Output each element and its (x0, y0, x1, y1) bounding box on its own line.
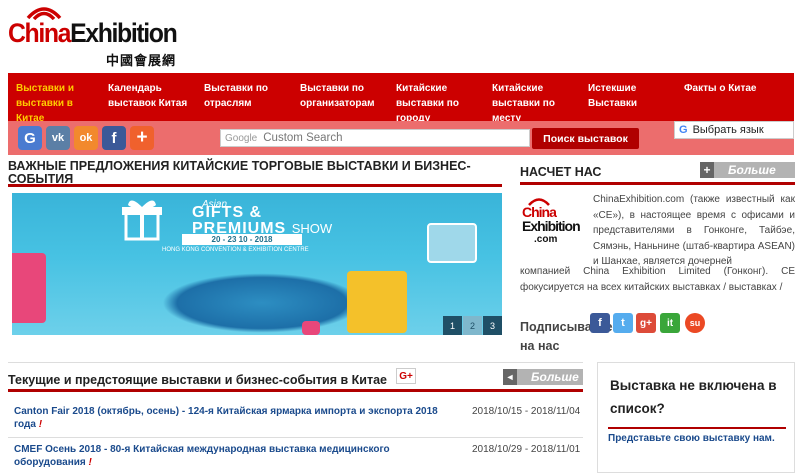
nav-item-expired[interactable]: Истекшие Выставки (580, 73, 676, 121)
pink-gift-decoration (12, 253, 46, 323)
nav-item-by-industry[interactable]: Выставки по отраслям (196, 73, 292, 121)
facebook-icon[interactable]: f (590, 313, 610, 333)
events-divider (8, 389, 583, 392)
event-date: 2018/10/29 - 2018/11/01 (472, 444, 581, 455)
nav-item-by-organizer[interactable]: Выставки по организаторам (292, 73, 388, 121)
event-separator (8, 437, 583, 438)
delicious-icon[interactable]: it (660, 313, 680, 333)
nav-item-calendar[interactable]: Календарь выставок Китая (100, 73, 196, 121)
arrow-left-icon: ◄ (503, 369, 517, 385)
search-button[interactable]: Поиск выставок (532, 128, 639, 149)
submit-exhibition-title: Выставка не включена в список? (610, 378, 777, 416)
site-logo[interactable]: ChinaExhibition 中國會展網 (8, 4, 188, 68)
submit-exhibition-box: Выставка не включена в список? Представь… (597, 362, 795, 473)
google-label: Google (225, 132, 258, 144)
language-select[interactable]: G Выбрать язык (674, 121, 794, 139)
about-text-continued: компанией China Exhibition Limited (Гонк… (520, 266, 795, 293)
subscribe-label: Подписывайтесь на нас (520, 320, 627, 353)
slide-2-button[interactable]: 2 (463, 316, 482, 335)
side-divider (608, 427, 786, 429)
share-plus-icon[interactable]: + (130, 126, 154, 150)
toolbar: G vk ok f + Google Custom Search Поиск в… (8, 121, 794, 155)
featured-banner[interactable]: Asian GIFTS & PREMIUMS SHOW 20 - 23 10 -… (12, 193, 502, 335)
stumbleupon-icon[interactable]: su (685, 313, 705, 333)
featured-title: ВАЖНЫЕ ПРЕДЛОЖЕНИЯ КИТАЙСКИЕ ТОРГОВЫЕ ВЫ… (8, 159, 471, 186)
slide-3-button[interactable]: 3 (483, 316, 502, 335)
nav-item-by-venue[interactable]: Китайские выставки по месту (484, 73, 580, 124)
search-input[interactable]: Google Custom Search (220, 129, 530, 147)
banner-title: GIFTS & PREMIUMS SHOW (192, 204, 333, 237)
ribbon-decoration (162, 273, 362, 333)
event-date: 2018/10/15 - 2018/11/04 (472, 406, 581, 417)
facebook-icon[interactable]: f (102, 126, 126, 150)
event-name[interactable]: CMEF Осень 2018 - 80-я Китайская междуна… (14, 443, 454, 469)
slider-pagination: 1 2 3 (442, 316, 502, 335)
banner-dates: 20 - 23 10 - 2018 (182, 234, 302, 245)
google-plus-icon[interactable]: g+ (636, 313, 656, 333)
language-select-label: Выбрать язык (692, 124, 764, 136)
google-translate-icon: G (679, 124, 688, 136)
events-top-divider (8, 362, 583, 363)
event-name[interactable]: Canton Fair 2018 (октябрь, осень) - 124-… (14, 405, 454, 431)
about-logo: China Exhibition .com (520, 196, 592, 256)
google-icon[interactable]: G (18, 126, 42, 150)
event-row[interactable]: CMEF Осень 2018 - 80-я Китайская междуна… (14, 443, 582, 471)
nav-item-exhibitions[interactable]: Выставки и выставки в Китае (8, 73, 100, 124)
vk-icon[interactable]: vk (46, 126, 70, 150)
yellow-gift-decoration (347, 271, 407, 333)
about-title: НАСЧЕТ НАС (520, 165, 602, 179)
blue-gift-decoration (427, 223, 477, 263)
plus-icon: + (700, 162, 714, 178)
events-more-button[interactable]: ◄ Больше (503, 369, 583, 385)
events-title: Текущие и предстоящие выставки и бизнес-… (8, 373, 387, 387)
event-row[interactable]: Canton Fair 2018 (октябрь, осень) - 124-… (14, 405, 582, 433)
about-text: ChinaExhibition.com (также известный как… (593, 194, 795, 267)
featured-divider (8, 184, 502, 187)
slide-1-button[interactable]: 1 (443, 316, 462, 335)
logo-chinese: 中國會展網 (106, 53, 177, 68)
main-nav: Выставки и выставки в Китае Календарь вы… (8, 73, 794, 124)
twitter-icon[interactable]: t (613, 313, 633, 333)
small-pink-gift-decoration (302, 321, 320, 335)
logo-wordmark: ChinaExhibition (8, 18, 178, 48)
search-placeholder: Custom Search (263, 132, 343, 144)
about-divider (520, 182, 795, 185)
nav-item-by-city[interactable]: Китайские выставки по городу (388, 73, 484, 124)
nav-item-china-facts[interactable]: Факты о Китае (676, 73, 772, 121)
gift-box-icon (122, 200, 162, 241)
about-more-button[interactable]: + Больше (700, 162, 795, 178)
google-plus-share-icon[interactable]: G+ (396, 368, 416, 384)
odnoklassniki-icon[interactable]: ok (74, 126, 98, 150)
banner-venue: HONG KONG CONVENTION & EXHIBITION CENTRE (162, 247, 309, 253)
submit-exhibition-link[interactable]: Представьте свою выставку нам. (608, 433, 775, 444)
